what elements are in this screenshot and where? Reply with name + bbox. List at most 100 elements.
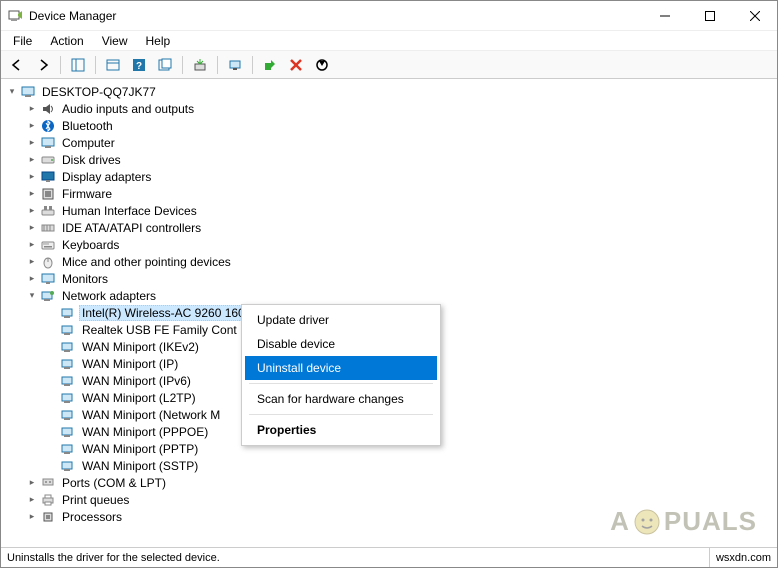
status-source: wsxdn.com [709, 548, 777, 567]
device-tree-pane[interactable]: ▾ DESKTOP-QQ7JK77 ▸Audio inputs and outp… [1, 79, 777, 547]
expand-icon[interactable]: ▸ [25, 510, 39, 524]
tree-item-wan-sstp[interactable]: WAN Miniport (SSTP) [41, 457, 777, 474]
ctx-properties[interactable]: Properties [245, 418, 437, 442]
forward-button[interactable] [31, 54, 55, 76]
tree-item-firmware[interactable]: ▸Firmware [21, 185, 777, 202]
ports-icon [40, 475, 56, 491]
tree-root-label: DESKTOP-QQ7JK77 [39, 84, 159, 100]
audio-icon [40, 101, 56, 117]
update-driver-button[interactable] [188, 54, 212, 76]
expand-icon[interactable]: ▸ [25, 493, 39, 507]
network-icon [40, 288, 56, 304]
context-menu: Update driver Disable device Uninstall d… [241, 304, 441, 446]
expand-icon[interactable]: ▾ [5, 85, 19, 99]
keyboard-icon [40, 237, 56, 253]
menu-file[interactable]: File [5, 32, 40, 50]
mouse-icon [40, 254, 56, 270]
processor-icon [40, 509, 56, 525]
tree-item-processors[interactable]: ▸Processors [21, 508, 777, 525]
firmware-icon [40, 186, 56, 202]
tree-item-audio[interactable]: ▸Audio inputs and outputs [21, 100, 777, 117]
tree-item-mice[interactable]: ▸Mice and other pointing devices [21, 253, 777, 270]
network-adapter-icon [60, 373, 76, 389]
titlebar: Device Manager [1, 1, 777, 31]
toolbar-separator [252, 56, 253, 74]
ctx-separator [249, 414, 433, 415]
hid-icon [40, 203, 56, 219]
toolbar-separator [60, 56, 61, 74]
printer-icon [40, 492, 56, 508]
expand-icon[interactable]: ▸ [25, 170, 39, 184]
tree-item-display[interactable]: ▸Display adapters [21, 168, 777, 185]
network-adapter-icon [60, 407, 76, 423]
bluetooth-icon [40, 118, 56, 134]
statusbar: Uninstalls the driver for the selected d… [1, 547, 777, 567]
minimize-button[interactable] [642, 1, 687, 31]
tree-item-ide[interactable]: ▸IDE ATA/ATAPI controllers [21, 219, 777, 236]
collapse-icon[interactable]: ▾ [25, 289, 39, 303]
expand-icon[interactable]: ▸ [25, 238, 39, 252]
uninstall-device-button[interactable] [284, 54, 308, 76]
expand-icon[interactable]: ▸ [25, 272, 39, 286]
tree-root[interactable]: ▾ DESKTOP-QQ7JK77 [1, 83, 777, 100]
properties-button[interactable] [101, 54, 125, 76]
expand-icon[interactable]: ▸ [25, 476, 39, 490]
tree-item-ports[interactable]: ▸Ports (COM & LPT) [21, 474, 777, 491]
network-adapter-icon [60, 458, 76, 474]
network-adapter-icon [60, 356, 76, 372]
close-button[interactable] [732, 1, 777, 31]
toolbar: ? [1, 51, 777, 79]
ctx-scan-hardware[interactable]: Scan for hardware changes [245, 387, 437, 411]
network-adapter-icon [60, 305, 76, 321]
tree-item-diskdrives[interactable]: ▸Disk drives [21, 151, 777, 168]
ctx-update-driver[interactable]: Update driver [245, 308, 437, 332]
toolbar-separator [95, 56, 96, 74]
computer-icon [40, 135, 56, 151]
ctx-disable-device[interactable]: Disable device [245, 332, 437, 356]
tree-item-network[interactable]: ▾Network adapters [21, 287, 777, 304]
expand-icon[interactable]: ▸ [25, 255, 39, 269]
view-button[interactable] [153, 54, 177, 76]
expand-icon[interactable]: ▸ [25, 136, 39, 150]
tree-item-computer[interactable]: ▸Computer [21, 134, 777, 151]
ctx-separator [249, 383, 433, 384]
expand-icon[interactable]: ▸ [25, 102, 39, 116]
menu-view[interactable]: View [94, 32, 136, 50]
window-title: Device Manager [29, 9, 642, 23]
ctx-uninstall-device[interactable]: Uninstall device [245, 356, 437, 380]
network-adapter-icon [60, 322, 76, 338]
menu-help[interactable]: Help [138, 32, 179, 50]
app-icon [7, 8, 23, 24]
computer-icon [20, 84, 36, 100]
back-button[interactable] [5, 54, 29, 76]
monitor-icon [40, 271, 56, 287]
maximize-button[interactable] [687, 1, 732, 31]
disable-device-button[interactable] [310, 54, 334, 76]
expand-icon[interactable]: ▸ [25, 119, 39, 133]
network-adapter-icon [60, 339, 76, 355]
menubar: File Action View Help [1, 31, 777, 51]
menu-action[interactable]: Action [42, 32, 91, 50]
expand-icon[interactable]: ▸ [25, 153, 39, 167]
disk-icon [40, 152, 56, 168]
enable-device-button[interactable] [258, 54, 282, 76]
scan-hardware-button[interactable] [223, 54, 247, 76]
status-text: Uninstalls the driver for the selected d… [1, 552, 709, 564]
toolbar-separator [182, 56, 183, 74]
expand-icon[interactable]: ▸ [25, 204, 39, 218]
tree-item-keyboards[interactable]: ▸Keyboards [21, 236, 777, 253]
expand-icon[interactable]: ▸ [25, 221, 39, 235]
display-icon [40, 169, 56, 185]
svg-text:?: ? [136, 61, 142, 72]
tree-item-bluetooth[interactable]: ▸Bluetooth [21, 117, 777, 134]
show-hide-tree-button[interactable] [66, 54, 90, 76]
help-button[interactable]: ? [127, 54, 151, 76]
tree-item-monitors[interactable]: ▸Monitors [21, 270, 777, 287]
ide-icon [40, 220, 56, 236]
expand-icon[interactable]: ▸ [25, 187, 39, 201]
tree-item-printq[interactable]: ▸Print queues [21, 491, 777, 508]
network-adapter-icon [60, 441, 76, 457]
network-adapter-icon [60, 390, 76, 406]
network-adapter-icon [60, 424, 76, 440]
tree-item-hid[interactable]: ▸Human Interface Devices [21, 202, 777, 219]
